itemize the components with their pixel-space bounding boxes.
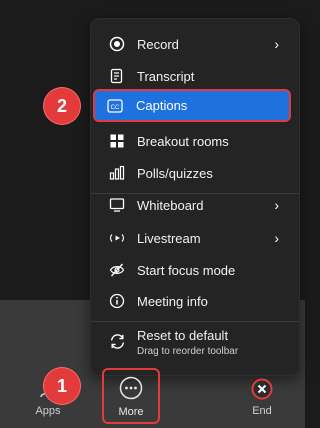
breakout-rooms-icon bbox=[109, 133, 125, 149]
more-menu: Record › Transcript CC Captions Breakout… bbox=[90, 18, 300, 376]
menu-item-breakout-rooms[interactable]: Breakout rooms bbox=[99, 127, 291, 155]
reset-icon bbox=[109, 333, 126, 355]
livestream-icon bbox=[109, 230, 125, 246]
focus-mode-icon bbox=[109, 262, 125, 278]
menu-item-label: Record bbox=[137, 36, 179, 52]
more-button[interactable]: More bbox=[104, 372, 158, 422]
menu-item-label: Breakout rooms bbox=[137, 133, 229, 149]
menu-item-label: Livestream bbox=[137, 230, 201, 246]
end-label: End bbox=[252, 405, 272, 417]
menu-item-label: Captions bbox=[136, 98, 188, 113]
step-1-badge: 1 bbox=[44, 368, 80, 404]
menu-item-meeting-info[interactable]: Meeting info bbox=[99, 287, 291, 315]
svg-text:CC: CC bbox=[111, 105, 120, 111]
more-icon bbox=[119, 376, 143, 400]
menu-item-label: Polls/quizzes bbox=[137, 165, 213, 181]
menu-item-label: Start focus mode bbox=[137, 262, 236, 278]
menu-item-focus-mode[interactable]: Start focus mode bbox=[99, 256, 291, 284]
transcript-icon bbox=[109, 68, 125, 84]
chevron-right-icon: › bbox=[274, 197, 279, 213]
menu-item-label: Whiteboard bbox=[137, 197, 204, 213]
menu-item-whiteboard[interactable]: Whiteboard › bbox=[99, 191, 291, 219]
menu-item-label: Meeting info bbox=[137, 293, 208, 309]
end-button[interactable]: End bbox=[244, 372, 280, 422]
step-2-badge: 2 bbox=[44, 88, 80, 124]
more-label: More bbox=[118, 406, 144, 418]
chevron-right-icon: › bbox=[274, 36, 279, 52]
info-icon bbox=[109, 293, 125, 309]
polls-icon bbox=[109, 165, 125, 181]
apps-label: Apps bbox=[35, 405, 61, 417]
menu-item-captions[interactable]: CC Captions bbox=[93, 89, 291, 122]
menu-item-transcript[interactable]: Transcript bbox=[99, 62, 291, 90]
menu-item-reset[interactable]: Reset to default Drag to reorder toolbar bbox=[99, 323, 291, 363]
reset-label: Reset to default bbox=[137, 328, 229, 343]
menu-item-label: Transcript bbox=[137, 68, 195, 84]
whiteboard-icon bbox=[109, 197, 125, 213]
captions-icon: CC bbox=[107, 98, 123, 114]
record-icon bbox=[109, 36, 125, 52]
menu-item-record[interactable]: Record › bbox=[99, 30, 291, 58]
menu-divider bbox=[91, 321, 299, 322]
menu-item-polls[interactable]: Polls/quizzes bbox=[99, 159, 291, 187]
chevron-right-icon: › bbox=[274, 230, 279, 246]
reset-sublabel: Drag to reorder toolbar bbox=[137, 346, 239, 357]
menu-item-livestream[interactable]: Livestream › bbox=[99, 224, 291, 252]
close-icon bbox=[251, 378, 273, 400]
